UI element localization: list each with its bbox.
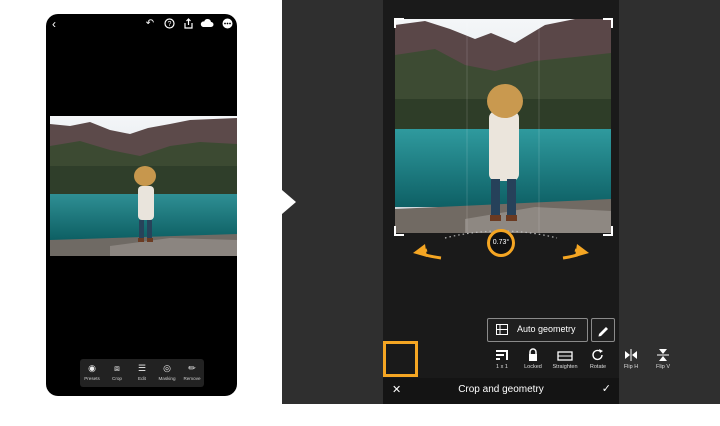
tool-remove[interactable]: ✏ Remove	[180, 359, 204, 387]
straighten-icon	[557, 351, 573, 361]
tool-locked[interactable]: Locked	[519, 344, 547, 376]
left-phone-screen: ‹ ↶ ? ◉ Presets ⧈ Crop ☰ Edit ◎ Masking …	[46, 14, 237, 396]
right-panel: 0.73° Auto geometry 1 x 1 Locked Straigh…	[282, 0, 720, 404]
rotate-icon	[592, 349, 603, 361]
tool-rotate[interactable]: Rotate	[584, 344, 612, 376]
presets-icon: ◉	[88, 363, 96, 373]
lock-icon	[529, 348, 537, 361]
crop-icon: ⧈	[114, 363, 120, 373]
aspect-ratio-highlight	[383, 341, 418, 377]
edit-toolbar: ◉ Presets ⧈ Crop ☰ Edit ◎ Masking ✏ Remo…	[80, 359, 204, 387]
photo-preview	[50, 116, 237, 256]
eraser-icon: ✏	[188, 363, 196, 373]
top-bar: ‹ ↶ ?	[46, 14, 237, 36]
rotation-value: 0.73°	[487, 229, 515, 257]
help-icon[interactable]: ?	[163, 18, 175, 30]
undo-icon[interactable]: ↶	[144, 18, 156, 30]
auto-geometry-button[interactable]: Auto geometry	[487, 318, 588, 342]
edit-sliders-icon: ☰	[137, 363, 147, 373]
crop-screen: 0.73° Auto geometry 1 x 1 Locked Straigh…	[383, 0, 670, 404]
flip-horizontal-icon	[625, 349, 637, 361]
more-options-icon[interactable]	[221, 18, 233, 30]
pencil-icon	[598, 327, 608, 337]
share-icon[interactable]	[182, 18, 194, 30]
back-icon[interactable]: ‹	[52, 17, 56, 31]
aspect-ratio-icon	[496, 350, 508, 360]
confirm-check-icon[interactable]: ✓	[602, 382, 611, 395]
crop-photo[interactable]	[395, 19, 611, 233]
tool-flip-v[interactable]: Flip V	[649, 344, 677, 376]
crop-handle-top-right[interactable]	[603, 18, 613, 28]
panel-title: Crop and geometry	[458, 384, 544, 395]
masking-icon: ◎	[163, 363, 171, 373]
tool-masking[interactable]: ◎ Masking	[155, 359, 179, 387]
crop-handle-top-left[interactable]	[394, 18, 404, 28]
tool-presets[interactable]: ◉ Presets	[80, 359, 104, 387]
pencil-button[interactable]	[591, 318, 615, 342]
tool-flip-h[interactable]: Flip H	[617, 344, 645, 376]
flip-vertical-icon	[657, 349, 669, 361]
svg-text:?: ?	[167, 21, 171, 28]
tool-crop[interactable]: ⧈ Crop	[105, 359, 129, 387]
auto-geometry-icon	[496, 324, 508, 335]
transition-arrow	[282, 190, 296, 214]
tool-aspect-ratio[interactable]: 1 x 1	[488, 344, 516, 376]
tool-edit[interactable]: ☰ Edit	[130, 359, 154, 387]
cloud-sync-icon[interactable]	[200, 18, 214, 30]
tool-straighten[interactable]: Straighten	[551, 344, 579, 376]
bottom-bar: ✕ Crop and geometry ✓	[383, 378, 619, 404]
